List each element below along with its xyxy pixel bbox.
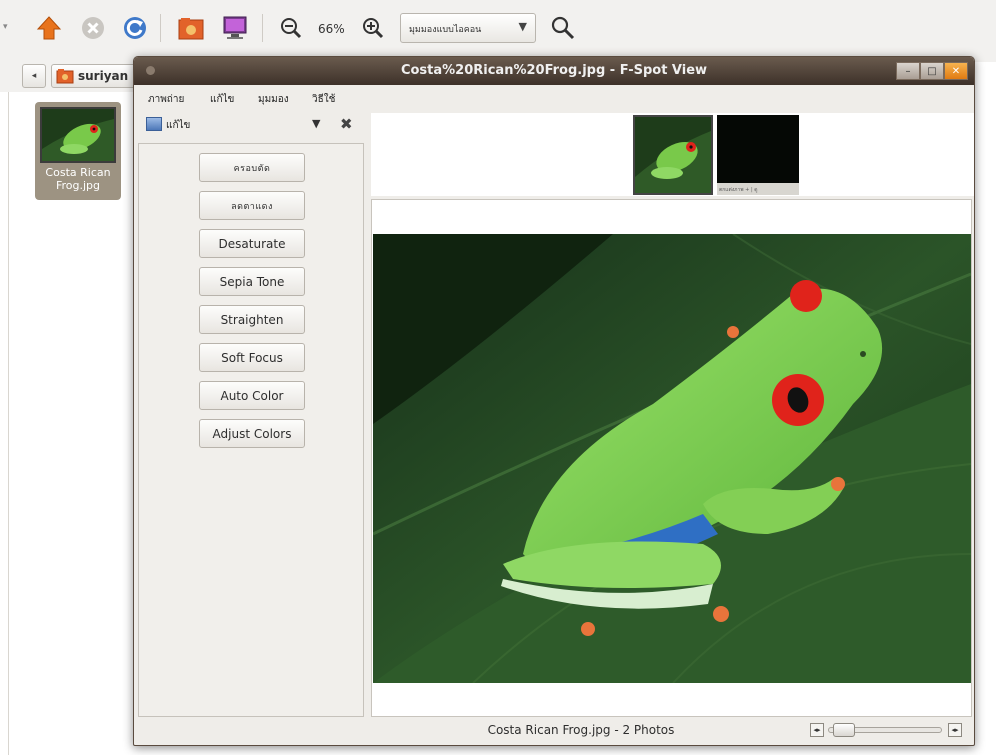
import-folder-icon[interactable] bbox=[176, 13, 206, 43]
window-title: Costa%20Rican%20Frog.jpg - F-Spot View bbox=[400, 63, 708, 78]
menubar: ภาพถ่าย แก้ไข มุมมอง วิธีใช้ bbox=[134, 85, 974, 111]
menu-view[interactable]: มุมมอง bbox=[258, 92, 289, 107]
thumbnail-caption-line1: Costa Rican bbox=[45, 166, 111, 179]
status-text: Costa Rican Frog.jpg - 2 Photos bbox=[487, 723, 675, 737]
location-back-button[interactable]: ◂ bbox=[22, 64, 46, 88]
sidebar-header: แก้ไข ▼ ✖ bbox=[138, 113, 366, 139]
folder-icon bbox=[56, 69, 74, 84]
zoom-slider-handle[interactable] bbox=[832, 723, 855, 737]
sidebar-close-icon[interactable]: ✖ bbox=[340, 115, 353, 133]
location-bar: ◂ suriyan bbox=[0, 62, 136, 92]
f-spot-view-window: Costa%20Rican%20Frog.jpg - F-Spot View –… bbox=[133, 56, 975, 746]
filmstrip: ตกแต่งภาพ + | ดู bbox=[371, 113, 974, 196]
back-arrow-icon: ◂ bbox=[31, 71, 37, 81]
straighten-button[interactable]: Straighten bbox=[199, 305, 305, 334]
sidebar-dropdown-icon[interactable]: ▼ bbox=[312, 117, 320, 130]
maximize-button[interactable]: □ bbox=[920, 62, 944, 80]
stop-icon[interactable] bbox=[78, 13, 108, 43]
edit-sidebar-panel: ครอบตัด ลดตาแดง Desaturate Sepia Tone St… bbox=[138, 143, 364, 717]
menu-photo[interactable]: ภาพถ่าย bbox=[148, 92, 184, 107]
window-titlebar[interactable]: Costa%20Rican%20Frog.jpg - F-Spot View –… bbox=[134, 57, 974, 85]
view-mode-combo[interactable]: มุมมองแบบไอคอน ▼ bbox=[400, 13, 536, 43]
frog-photo bbox=[373, 234, 971, 683]
zoom-out-icon[interactable] bbox=[276, 13, 306, 43]
main-toolbar: ▾ 66% มุมมองแบบไอคอน ▼ bbox=[0, 0, 996, 62]
chevron-down-icon: ▼ bbox=[518, 20, 527, 33]
menu-edit[interactable]: แก้ไข bbox=[210, 92, 234, 107]
location-folder-label: suriyan bbox=[78, 69, 129, 83]
filmstrip-thumb2-caption: ตกแต่งภาพ + | ดู bbox=[717, 183, 799, 195]
photo-icon-view: Costa Rican Frog.jpg bbox=[8, 92, 136, 755]
adjust-colors-button[interactable]: Adjust Colors bbox=[199, 419, 305, 448]
filmstrip-thumb-frog[interactable] bbox=[633, 115, 713, 195]
filmstrip-thumb-screenshot[interactable]: ตกแต่งภาพ + | ดู bbox=[717, 115, 799, 195]
close-button[interactable]: ✕ bbox=[944, 62, 968, 80]
home-icon[interactable] bbox=[34, 13, 64, 43]
zoom-in-icon[interactable] bbox=[358, 13, 388, 43]
toolbar-separator bbox=[262, 14, 263, 42]
statusbar: Costa Rican Frog.jpg - 2 Photos ◂▸ ◂▸ bbox=[134, 717, 974, 745]
photo-thumbnail-selected[interactable]: Costa Rican Frog.jpg bbox=[35, 102, 121, 200]
thumbnail-caption-line2: Frog.jpg bbox=[55, 179, 101, 192]
menu-help[interactable]: วิธีใช้ bbox=[312, 92, 335, 107]
desaturate-button[interactable]: Desaturate bbox=[199, 229, 305, 258]
edit-page-icon bbox=[146, 117, 162, 131]
toolbar-overflow-icon[interactable]: ▾ bbox=[3, 22, 8, 32]
frog-thumbnail-image bbox=[40, 107, 116, 163]
auto-color-button[interactable]: Auto Color bbox=[199, 381, 305, 410]
zoom-fit-icon[interactable]: ◂▸ bbox=[810, 723, 824, 737]
minimize-button[interactable]: – bbox=[896, 62, 920, 80]
slideshow-monitor-icon[interactable] bbox=[220, 13, 250, 43]
soft-focus-button[interactable]: Soft Focus bbox=[199, 343, 305, 372]
crop-button[interactable]: ครอบตัด bbox=[199, 153, 305, 182]
zoom-max-icon[interactable]: ◂▸ bbox=[948, 723, 962, 737]
thumbnail-caption: Costa Rican Frog.jpg bbox=[35, 166, 121, 192]
red-eye-button[interactable]: ลดตาแดง bbox=[199, 191, 305, 220]
search-icon[interactable] bbox=[548, 13, 578, 43]
photo-view[interactable] bbox=[371, 199, 972, 717]
toolbar-separator bbox=[160, 14, 161, 42]
sepia-tone-button[interactable]: Sepia Tone bbox=[199, 267, 305, 296]
sidebar-header-label: แก้ไข bbox=[166, 120, 191, 131]
zoom-slider[interactable] bbox=[828, 723, 942, 737]
zoom-level-text: 66% bbox=[318, 22, 345, 36]
refresh-icon[interactable] bbox=[120, 13, 150, 43]
view-mode-label: มุมมองแบบไอคอน bbox=[409, 25, 482, 35]
location-folder-button[interactable]: suriyan bbox=[51, 64, 136, 88]
